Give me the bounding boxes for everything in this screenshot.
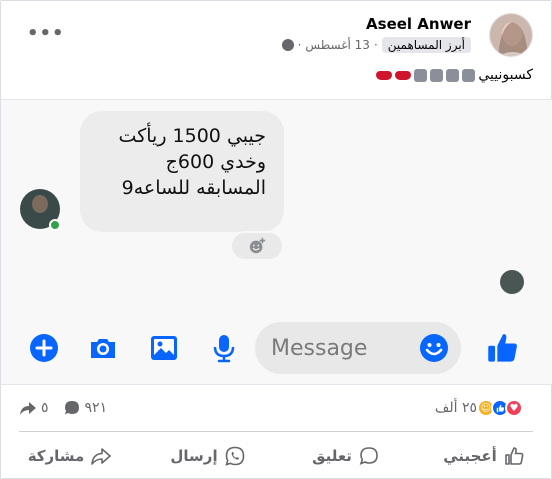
mic-icon	[213, 335, 235, 363]
divider	[19, 431, 533, 432]
meta-separator-2: ·	[297, 38, 302, 52]
share-arrow-icon	[20, 402, 36, 415]
message-line: جيبي 1500 ريأكت	[118, 125, 266, 147]
lips-emoji	[376, 70, 393, 80]
like-button[interactable]: أعجبني	[415, 437, 552, 475]
whatsapp-icon	[224, 446, 244, 466]
smile-icon[interactable]	[419, 333, 449, 363]
message-line: وخدي 600ج	[165, 151, 266, 173]
camera-icon	[91, 339, 115, 358]
message-input[interactable]: Message	[255, 322, 461, 374]
post-date[interactable]: 13 أغسطس	[305, 38, 370, 52]
post-caption: كسبونييي	[376, 67, 533, 83]
plus-icon	[30, 334, 58, 362]
plus-button[interactable]	[28, 332, 60, 364]
add-reaction-icon	[249, 237, 266, 254]
add-reaction-button[interactable]	[230, 231, 284, 261]
shares-count-item[interactable]: ٥	[19, 399, 49, 417]
thumbs-up-icon	[488, 334, 517, 362]
comments-count: ٩٢١	[84, 400, 108, 416]
send-label: إرسال	[170, 447, 218, 465]
author-avatar[interactable]	[489, 13, 533, 57]
face-emoji	[414, 68, 428, 82]
caption-text: كسبونييي	[478, 67, 533, 83]
facebook-post: ••• Aseel Anwer أبرز المساهمين · 13 أغسط…	[0, 0, 552, 479]
reactions-summary[interactable]: ☺ ♥ ٢٥ ألف	[435, 399, 523, 417]
reactions-count: ٢٥ ألف	[434, 400, 477, 416]
share-label: مشاركة	[27, 447, 85, 465]
reaction-icons: ☺ ♥	[477, 399, 523, 417]
voice-button[interactable]	[208, 332, 240, 364]
comment-label: تعليق	[312, 447, 352, 465]
top-contributor-badge[interactable]: أبرز المساهمين	[381, 37, 471, 53]
love-reaction-icon: ♥	[505, 399, 523, 417]
gallery-button[interactable]	[148, 332, 180, 364]
comment-bubble-icon	[64, 401, 79, 415]
comments-count-item[interactable]: ٩٢١	[63, 399, 108, 417]
lips-emoji	[395, 70, 412, 80]
messenger-screenshot: جيبي 1500 ريأكت وخدي 600ج المسابقه للساع…	[1, 99, 552, 385]
share-button[interactable]: مشاركة	[1, 437, 139, 475]
engagement-counts: ٩٢١ ٥	[19, 399, 107, 417]
seen-avatar	[500, 270, 524, 294]
face-emoji	[446, 68, 460, 82]
globe-icon	[281, 39, 294, 51]
post-actions: أعجبني تعليق إرسال مشاركة	[1, 437, 552, 475]
image-icon	[151, 336, 177, 360]
message-line: المسابقه للساعه9	[121, 177, 266, 199]
author-name[interactable]: Aseel Anwer	[366, 15, 471, 33]
comment-button[interactable]: تعليق	[277, 437, 415, 475]
face-emoji	[430, 68, 444, 82]
face-emoji	[462, 68, 476, 82]
meta-separator: ·	[373, 38, 378, 52]
shares-count: ٥	[41, 400, 49, 416]
more-options-icon[interactable]: •••	[27, 23, 65, 44]
comment-icon	[359, 447, 378, 465]
post-meta: أبرز المساهمين · 13 أغسطس ·	[281, 37, 471, 53]
post-stats: ☺ ♥ ٢٥ ألف ٩٢١ ٥	[1, 395, 552, 425]
like-label: أعجبني	[443, 447, 497, 465]
message-placeholder: Message	[271, 335, 368, 361]
camera-button[interactable]	[87, 332, 119, 364]
send-button[interactable]: إرسال	[139, 437, 277, 475]
share-icon	[91, 448, 112, 465]
message-bubble: جيبي 1500 ريأكت وخدي 600ج المسابقه للساع…	[80, 111, 284, 232]
like-send-button[interactable]	[485, 330, 521, 366]
online-status-dot	[49, 219, 61, 231]
thumbs-up-outline-icon	[505, 447, 524, 465]
